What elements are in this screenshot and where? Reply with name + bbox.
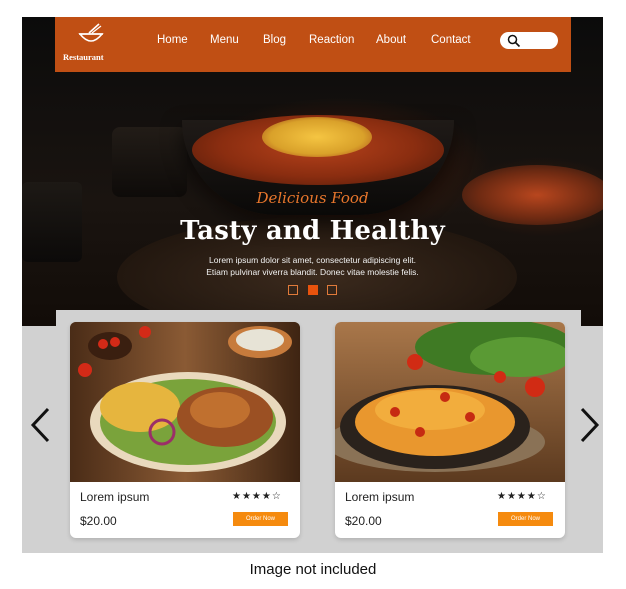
nav-contact[interactable]: Contact (431, 34, 471, 46)
product-image-chicken (70, 322, 300, 482)
image-caption: Image not included (249, 561, 377, 578)
hero-description-line2: Etiam pulvinar viverra blandit. Donec vi… (206, 267, 419, 277)
prev-arrow-icon[interactable] (28, 405, 52, 445)
product-title: Lorem ipsum (80, 490, 150, 504)
nav-reaction[interactable]: Reaction (309, 34, 354, 46)
hero-cup (112, 127, 187, 197)
dish-icon (78, 23, 104, 42)
product-price: $20.00 (80, 514, 117, 528)
product-card-2[interactable]: Lorem ipsum ★★★★☆ $20.00 Order Now (335, 322, 565, 538)
hero-cheese (262, 117, 372, 157)
product-card-1[interactable]: Lorem ipsum ★★★★☆ $20.00 Order Now (70, 322, 300, 538)
navbar: Restaurant Home Menu Blog Reaction About… (55, 17, 571, 72)
product-image-pasta (335, 322, 565, 482)
logo[interactable]: Restaurant (59, 22, 123, 68)
carousel-dot-2[interactable] (308, 285, 318, 295)
search-icon (507, 34, 521, 48)
hero-tagline: Delicious Food (256, 189, 369, 207)
rating-stars: ★★★★☆ (497, 491, 547, 502)
product-price: $20.00 (345, 514, 382, 528)
next-arrow-icon[interactable] (578, 405, 602, 445)
carousel-dot-1[interactable] (288, 285, 298, 295)
nav-menu[interactable]: Menu (210, 34, 239, 46)
hero-headline: Tasty and Healthy (180, 216, 445, 246)
logo-text: Restaurant (63, 52, 104, 62)
order-now-button[interactable]: Order Now (233, 512, 288, 526)
nav-home[interactable]: Home (157, 34, 188, 46)
nav-about[interactable]: About (376, 34, 406, 46)
order-now-button[interactable]: Order Now (498, 512, 553, 526)
product-title: Lorem ipsum (345, 490, 415, 504)
search-input[interactable] (500, 32, 558, 49)
hero-description: Lorem ipsum dolor sit amet, consectetur … (22, 254, 603, 278)
rating-stars: ★★★★☆ (232, 491, 282, 502)
hero-description-line1: Lorem ipsum dolor sit amet, consectetur … (209, 255, 416, 265)
nav-blog[interactable]: Blog (263, 34, 286, 46)
carousel-dots (288, 285, 348, 299)
carousel-dot-3[interactable] (327, 285, 337, 295)
